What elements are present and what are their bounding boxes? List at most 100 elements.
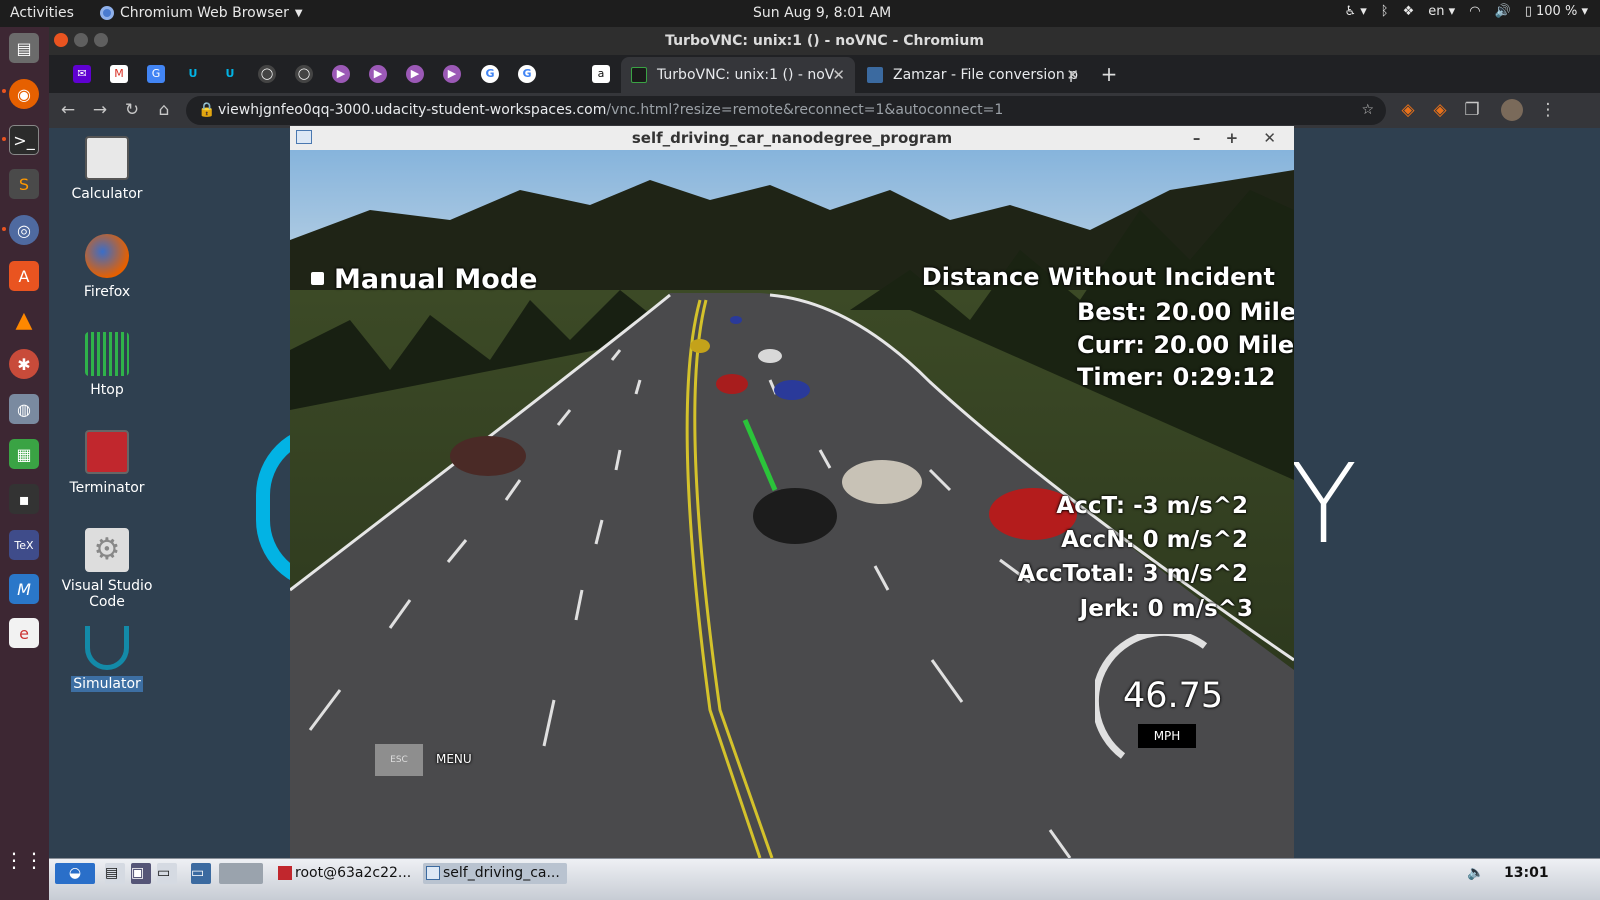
sublime-icon[interactable]: S <box>9 169 39 199</box>
close-window-button[interactable] <box>54 33 68 47</box>
taskbar-clock[interactable]: 13:01 <box>1504 863 1552 884</box>
dropbox-icon[interactable]: ❖ <box>1403 4 1415 19</box>
workspace-switcher[interactable] <box>219 863 263 884</box>
reload-icon[interactable]: ↻ <box>121 99 143 121</box>
extension-icon-1[interactable]: ◈ <box>1397 99 1419 121</box>
menu-kebab-icon[interactable]: ⋮ <box>1537 99 1559 121</box>
tab-turbovnc[interactable]: TurboVNC: unix:1 () - noV ✕ <box>621 57 855 93</box>
activities-button[interactable]: Activities <box>10 5 74 21</box>
pinned-tab-media-3[interactable]: ▶ <box>406 65 424 83</box>
writer-icon[interactable]: M <box>9 574 39 604</box>
pinned-tab-udacity-1[interactable]: U <box>184 65 202 83</box>
battery-indicator[interactable]: ▯ 100 % ▾ <box>1525 4 1588 19</box>
battery-label: 100 % <box>1536 4 1578 19</box>
close-tab-icon[interactable]: ✕ <box>1066 57 1079 93</box>
maximize-window-button[interactable] <box>94 33 108 47</box>
grid-app-icon[interactable]: ▪ <box>9 484 39 514</box>
volume-icon[interactable]: 🔊 <box>1495 4 1511 19</box>
back-icon[interactable]: ← <box>57 99 79 121</box>
settings-tool-icon[interactable]: ✱ <box>9 349 39 379</box>
icon-label: Calculator <box>71 186 143 202</box>
profile-avatar[interactable] <box>1501 99 1523 121</box>
pinned-tab-translate[interactable]: G <box>147 65 165 83</box>
tab-zamzar[interactable]: Zamzar - File conversion p ✕ <box>857 57 1089 93</box>
esc-button[interactable]: ESC <box>375 744 423 776</box>
simulator-viewport[interactable]: Manual Mode Distance Without Incident Be… <box>290 150 1294 858</box>
extension-icon-2[interactable]: ◈ <box>1429 99 1451 121</box>
jerk: Jerk: 0 m/s^3 <box>1079 596 1253 622</box>
draw-icon[interactable]: e <box>9 618 39 648</box>
extension-icon-3[interactable]: ❐ <box>1461 99 1483 121</box>
language-indicator[interactable]: en ▾ <box>1428 4 1455 19</box>
system-clock[interactable]: Sun Aug 9, 8:01 AM <box>753 5 891 21</box>
manual-mode-label: Manual Mode <box>334 264 538 295</box>
vnc-taskbar: ◒ ▤ ▣ ▭ ▭ root@63a2c22... self_driving_c… <box>49 858 1600 900</box>
quicklaunch-files-icon[interactable]: ▤ <box>105 863 125 884</box>
running-indicator <box>2 227 6 231</box>
browser-window: TurboVNC: unix:1 () - noVNC - Chromium ✉… <box>49 27 1600 128</box>
start-menu-button[interactable]: ◒ <box>55 863 95 884</box>
best-distance: Best: 20.00 Miles <box>1077 298 1294 326</box>
quicklaunch-monitor-icon[interactable]: ▣ <box>131 863 151 884</box>
pinned-tab-media-2[interactable]: ▶ <box>369 65 387 83</box>
tray-volume-icon[interactable]: 🔈 <box>1467 863 1487 884</box>
app-menu[interactable]: Chromium Web Browser ▼ <box>100 5 303 21</box>
speed-value: 46.75 <box>1123 676 1224 716</box>
software-center-icon[interactable]: A <box>9 261 39 291</box>
desktop-icon-htop[interactable]: Htop <box>57 332 157 398</box>
desktop-icon-terminator[interactable]: Terminator <box>57 430 157 496</box>
desktop-icon-firefox[interactable]: Firefox <box>57 234 157 300</box>
desktop-icon-calculator[interactable]: Calculator <box>57 136 157 202</box>
quicklaunch-window-icon[interactable]: ▭ <box>191 863 211 884</box>
minimize-window-button[interactable] <box>74 33 88 47</box>
pinned-tab-google-2[interactable]: G <box>518 65 536 83</box>
show-apps-icon[interactable]: ⋮⋮ <box>4 845 44 875</box>
pinned-tab-udacity-2[interactable]: U <box>221 65 239 83</box>
accessibility-icon[interactable]: ♿ ▾ <box>1344 4 1366 19</box>
language-label: en <box>1428 4 1445 19</box>
pinned-tab-amazon[interactable]: a <box>592 65 610 83</box>
terminal-icon[interactable]: >_ <box>9 125 39 155</box>
zamzar-favicon <box>867 67 883 83</box>
forward-icon[interactable]: → <box>89 99 111 121</box>
simulator-window: self_driving_car_nanodegree_program – + … <box>290 126 1294 858</box>
pinned-tab-media-1[interactable]: ▶ <box>332 65 350 83</box>
tex-icon[interactable]: TeX <box>9 530 39 560</box>
simulator-title: self_driving_car_nanodegree_program <box>631 129 953 147</box>
window-task-icon <box>426 866 440 880</box>
window-controls[interactable]: – + ✕ <box>1193 126 1286 150</box>
timer: Timer: 0:29:12 <box>1077 363 1276 391</box>
close-tab-icon[interactable]: ✕ <box>832 57 845 93</box>
system-tray[interactable]: ♿ ▾ ᛒ ❖ en ▾ ◠ 🔊 ▯ 100 % ▾ <box>1344 4 1588 19</box>
pinned-tab-yahoo[interactable]: ✉ <box>73 65 91 83</box>
new-tab-icon[interactable]: + <box>1100 64 1118 84</box>
pinned-tab-google-1[interactable]: G <box>481 65 499 83</box>
icon-label: Visual Studio Code <box>61 578 153 610</box>
spreadsheet-icon[interactable]: ▦ <box>9 439 39 469</box>
task-simulator[interactable]: self_driving_ca... <box>423 863 567 884</box>
disk-tool-icon[interactable]: ◍ <box>9 394 39 424</box>
pinned-tab-gmail[interactable]: M <box>110 65 128 83</box>
wifi-icon[interactable]: ◠ <box>1469 4 1480 19</box>
vnc-favicon <box>631 67 647 83</box>
bookmark-star-icon[interactable]: ☆ <box>1361 96 1374 125</box>
address-bar[interactable]: 🔒 viewhjgnfeo0qq-3000.udacity-student-wo… <box>186 96 1386 125</box>
home-icon[interactable]: ⌂ <box>153 99 175 121</box>
desktop-icon-vscode[interactable]: ⚙ Visual Studio Code <box>57 528 157 610</box>
bluetooth-icon[interactable]: ᛒ <box>1381 4 1389 19</box>
gear-icon: ⚙ <box>85 528 129 572</box>
files-icon[interactable]: ▤ <box>9 33 39 63</box>
pinned-tab-github-2[interactable]: ◯ <box>295 65 313 83</box>
firefox-dock-icon[interactable]: ◉ <box>9 79 39 109</box>
chromium-dock-icon[interactable]: ◎ <box>9 215 39 245</box>
desktop-icon-simulator[interactable]: Simulator <box>57 626 157 692</box>
distance-header: Distance Without Incident <box>921 263 1275 291</box>
quicklaunch-terminal-icon[interactable]: ▭ <box>157 863 177 884</box>
vlc-icon[interactable]: ▲ <box>9 305 39 335</box>
task-terminal[interactable]: root@63a2c22... <box>275 863 415 884</box>
simulator-titlebar[interactable]: self_driving_car_nanodegree_program – + … <box>290 126 1294 150</box>
pinned-tab-github-1[interactable]: ◯ <box>258 65 276 83</box>
task-label: root@63a2c22... <box>295 865 412 881</box>
pinned-tab-media-4[interactable]: ▶ <box>443 65 461 83</box>
manual-mode-checkbox[interactable] <box>311 272 324 285</box>
